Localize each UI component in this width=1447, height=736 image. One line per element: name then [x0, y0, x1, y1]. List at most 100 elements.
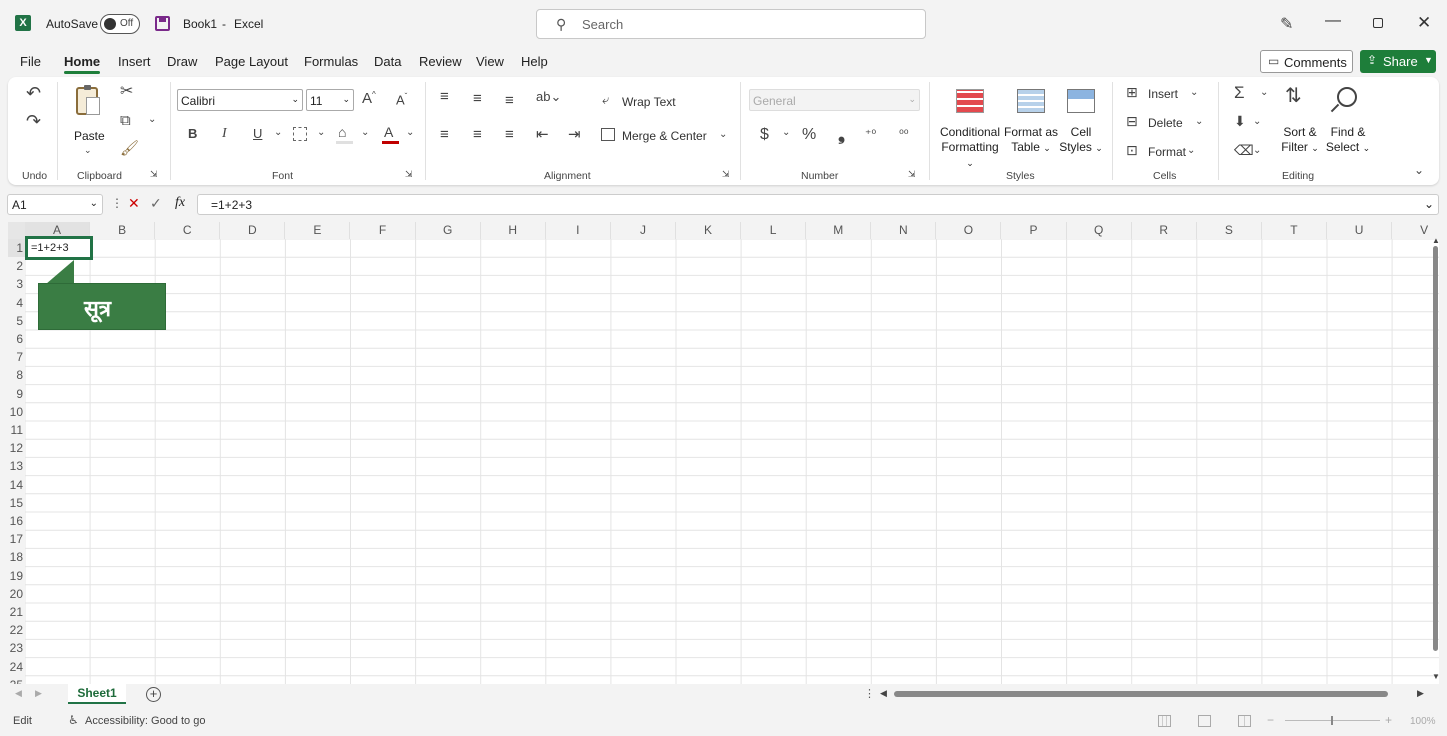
- row-header-12[interactable]: 12: [8, 439, 25, 457]
- font-name-select[interactable]: Calibri ⌄: [177, 89, 303, 111]
- column-header-i[interactable]: I: [546, 222, 611, 239]
- dialog-launcher-icon[interactable]: ⇲: [405, 170, 413, 179]
- page-break-view-icon[interactable]: [1238, 715, 1251, 727]
- conditional-formatting-button[interactable]: Conditional Formatting ⌄: [936, 125, 1004, 171]
- tab-split-handle-icon[interactable]: ⋮: [864, 687, 875, 700]
- format-cells-button[interactable]: Format: [1148, 145, 1186, 159]
- underline-icon[interactable]: U: [253, 127, 262, 140]
- column-header-r[interactable]: R: [1132, 222, 1197, 239]
- column-header-m[interactable]: M: [806, 222, 872, 239]
- autosave-toggle[interactable]: Off: [100, 14, 140, 34]
- column-header-n[interactable]: N: [871, 222, 937, 239]
- page-layout-view-icon[interactable]: [1198, 715, 1211, 727]
- formula-input[interactable]: =1+2+3 ⌄: [197, 194, 1439, 215]
- fill-icon[interactable]: ⬇: [1234, 114, 1246, 128]
- enter-icon[interactable]: ✓: [150, 195, 162, 212]
- chevron-down-icon[interactable]: ⌄: [274, 128, 282, 138]
- format-painter-icon[interactable]: 🖌: [120, 141, 139, 156]
- tab-data[interactable]: Data: [374, 54, 401, 69]
- column-header-o[interactable]: O: [936, 222, 1002, 239]
- chevron-down-icon[interactable]: ⌄: [782, 128, 790, 138]
- search-box[interactable]: ⚲ Search: [536, 9, 926, 39]
- tab-page-layout[interactable]: Page Layout: [215, 54, 288, 69]
- fill-color-icon[interactable]: ⌂: [338, 125, 346, 139]
- row-header-9[interactable]: 9: [8, 385, 25, 403]
- tab-insert[interactable]: Insert: [118, 54, 151, 69]
- merge-center-icon[interactable]: [601, 128, 615, 141]
- minimize-icon[interactable]: —: [1325, 12, 1341, 30]
- tab-home[interactable]: Home: [64, 54, 100, 69]
- name-box[interactable]: A1 ⌄: [7, 194, 103, 215]
- row-header-19[interactable]: 19: [8, 567, 25, 585]
- column-header-c[interactable]: C: [155, 222, 221, 239]
- find-select-button[interactable]: Find & Select ⌄: [1324, 125, 1372, 156]
- column-header-j[interactable]: J: [611, 222, 676, 239]
- redo-icon[interactable]: ↷: [26, 112, 41, 130]
- corner-select-all[interactable]: [8, 222, 25, 239]
- tab-review[interactable]: Review: [419, 54, 462, 69]
- row-header-1[interactable]: 1: [8, 239, 25, 258]
- decrease-indent-icon[interactable]: ⇤: [536, 127, 549, 142]
- align-middle-icon[interactable]: ≡: [473, 91, 482, 106]
- column-header-k[interactable]: K: [676, 222, 742, 239]
- dialog-launcher-icon[interactable]: ⇲: [150, 170, 158, 179]
- row-header-25[interactable]: 25: [8, 676, 25, 684]
- increase-indent-icon[interactable]: ⇥: [568, 127, 581, 142]
- increase-decimal-icon[interactable]: ⁺⁰: [865, 128, 876, 140]
- save-icon[interactable]: [155, 16, 170, 31]
- autosum-icon[interactable]: Σ: [1234, 84, 1245, 101]
- horizontal-scrollbar[interactable]: ◀ ▶: [880, 688, 1427, 699]
- row-header-6[interactable]: 6: [8, 330, 25, 348]
- tab-help[interactable]: Help: [521, 54, 548, 69]
- column-header-q[interactable]: Q: [1067, 222, 1132, 239]
- chevron-down-icon[interactable]: ⌄: [1260, 88, 1268, 98]
- tab-formulas[interactable]: Formulas: [304, 54, 358, 69]
- align-center-icon[interactable]: ≡: [473, 127, 482, 142]
- vertical-scrollbar[interactable]: ▲ ▼: [1432, 236, 1439, 684]
- column-header-h[interactable]: H: [481, 222, 546, 239]
- row-header-15[interactable]: 15: [8, 494, 25, 512]
- tab-file[interactable]: File: [20, 54, 41, 69]
- column-header-b[interactable]: B: [90, 222, 156, 239]
- align-bottom-icon[interactable]: ≡: [505, 93, 514, 108]
- tab-view[interactable]: View: [476, 54, 504, 69]
- column-header-e[interactable]: E: [285, 222, 351, 239]
- number-format-select[interactable]: General ⌄: [749, 89, 920, 111]
- row-header-23[interactable]: 23: [8, 639, 25, 657]
- selected-cell-a1[interactable]: =1+2+3: [25, 236, 93, 260]
- italic-icon[interactable]: I: [222, 127, 227, 141]
- row-header-8[interactable]: 8: [8, 366, 25, 384]
- orientation-icon[interactable]: ab⌄: [536, 90, 561, 103]
- close-icon[interactable]: ✕: [1417, 13, 1431, 33]
- increase-font-icon[interactable]: A^: [362, 91, 376, 107]
- cell-styles-button[interactable]: Cell Styles ⌄: [1058, 125, 1104, 156]
- font-size-select[interactable]: 11 ⌄: [306, 89, 354, 111]
- row-header-21[interactable]: 21: [8, 603, 25, 621]
- more-options-icon[interactable]: ⋮: [111, 196, 123, 210]
- align-right-icon[interactable]: ≡: [505, 127, 514, 142]
- chevron-down-icon[interactable]: ⌄: [1190, 88, 1198, 98]
- format-as-table-button[interactable]: Format as Table ⌄: [1002, 125, 1060, 156]
- comments-button[interactable]: ▭ Comments: [1260, 50, 1353, 73]
- column-header-s[interactable]: S: [1197, 222, 1262, 239]
- dialog-launcher-icon[interactable]: ⇲: [722, 170, 730, 179]
- row-header-20[interactable]: 20: [8, 585, 25, 603]
- row-header-11[interactable]: 11: [8, 421, 25, 439]
- insert-cells-button[interactable]: Insert: [1148, 87, 1178, 101]
- row-header-17[interactable]: 17: [8, 530, 25, 548]
- column-header-g[interactable]: G: [416, 222, 481, 239]
- zoom-level[interactable]: 100%: [1410, 716, 1436, 727]
- column-header-p[interactable]: P: [1002, 222, 1067, 239]
- column-header-d[interactable]: D: [220, 222, 286, 239]
- column-header-u[interactable]: U: [1327, 222, 1393, 239]
- chevron-down-icon[interactable]: ⌄: [406, 128, 414, 138]
- borders-icon[interactable]: [293, 127, 307, 141]
- chevron-down-icon[interactable]: ⌄: [1195, 117, 1203, 127]
- paste-button[interactable]: Paste ⌄: [68, 84, 108, 159]
- percent-icon[interactable]: %: [802, 127, 816, 143]
- row-header-5[interactable]: 5: [8, 312, 25, 330]
- clear-icon[interactable]: ⌫: [1234, 143, 1254, 157]
- restore-icon[interactable]: [1373, 18, 1383, 28]
- align-top-icon[interactable]: ≡: [440, 89, 449, 104]
- cut-icon[interactable]: ✂: [120, 84, 133, 100]
